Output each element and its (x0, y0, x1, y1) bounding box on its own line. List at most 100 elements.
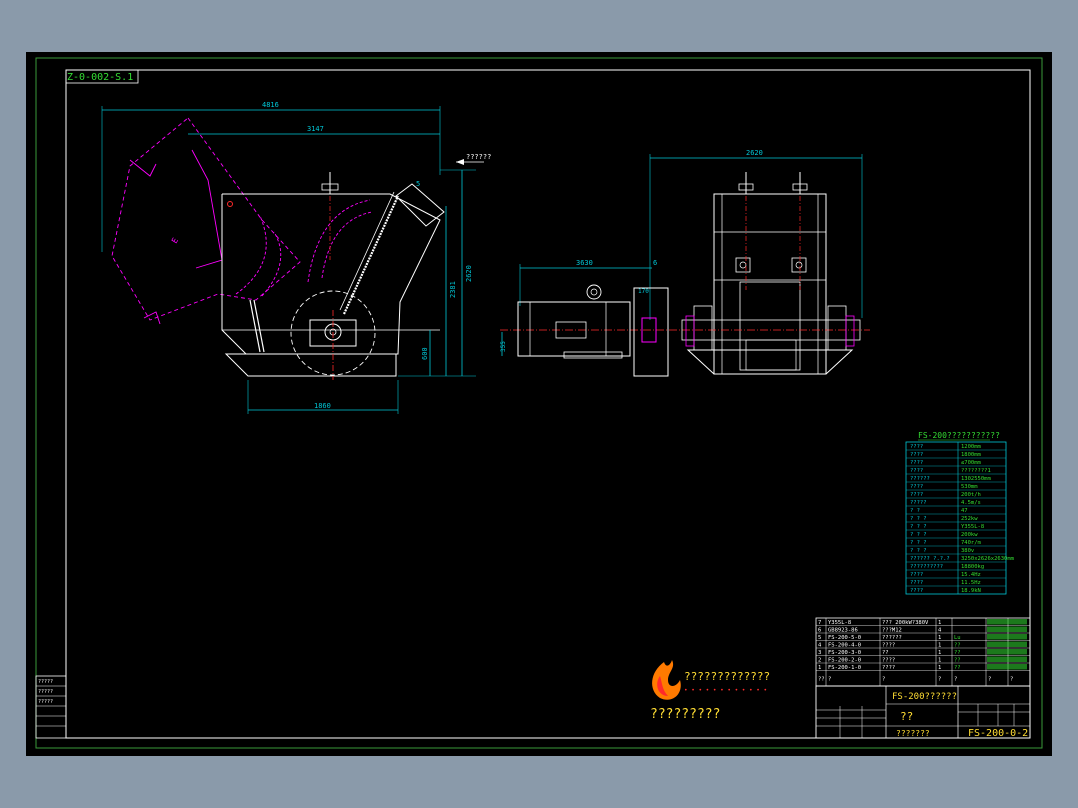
parts-cell-qty: 1 (938, 635, 941, 641)
dim-motor-height: 355 (500, 341, 507, 352)
spec-value: 11.5Hz (961, 580, 981, 586)
dim-gap: 6 (653, 259, 657, 267)
parts-header-name: ? (882, 677, 885, 683)
parts-header-qty: ? (938, 677, 941, 683)
parts-cell-qty: 1 (938, 643, 941, 649)
spec-key: ???? (910, 460, 923, 466)
drawing-sheet (26, 52, 1052, 756)
parts-cell-no: 7 (818, 620, 821, 626)
spec-value: 4.5m/s (961, 500, 981, 506)
parts-cell-qty: 1 (938, 658, 941, 664)
spec-key: ?????? (910, 476, 930, 482)
spec-value: 1302550mm (961, 476, 991, 482)
parts-cell-no: 2 (818, 658, 821, 664)
parts-header-no: ?? (818, 677, 825, 683)
dim-base-width: 1860 (314, 402, 331, 410)
parts-cell-code: FS-200-1-0 (828, 665, 861, 671)
spec-key: ???? (910, 468, 923, 474)
spec-value: 530mm (961, 484, 978, 490)
spec-key: ???? (910, 588, 923, 594)
dim-motor-span: 3630 (576, 259, 593, 267)
spec-value: 200t/h (961, 492, 981, 498)
parts-cell-name: ???? (882, 665, 895, 671)
parts-cell-code: Y355L-8 (828, 620, 851, 626)
parts-cell-code: FS-200-3-0 (828, 650, 861, 656)
parts-cell-name: ?? (882, 650, 889, 656)
parts-cell-fill (987, 626, 1027, 632)
parts-cell-fill (987, 641, 1027, 647)
parts-cell-code: FS-200-4-0 (828, 643, 861, 649)
parts-cell-name: ?????? (882, 635, 902, 641)
cad-viewport: Z-0-002-S.1 ????? ????? ????? 4816 3147 … (26, 52, 1052, 756)
parts-cell-fill (987, 634, 1027, 640)
parts-cell-fill (987, 649, 1027, 655)
spec-value: 740r/m (961, 540, 982, 546)
logo-text-dots: • • • • • • • • • • • • (684, 687, 767, 694)
spec-key: ???? (910, 580, 923, 586)
spec-key: ? ? ? (910, 540, 927, 546)
spec-key: ? ? ? (910, 516, 927, 522)
parts-cell-fill (987, 656, 1027, 662)
spec-key: ???? (910, 452, 923, 458)
title-block-subtitle: ?? (900, 710, 913, 723)
parts-cell-code: FS-200-2-0 (828, 658, 861, 664)
parts-cell-qty: 1 (938, 620, 941, 626)
parts-cell-qty: 1 (938, 665, 941, 671)
spec-key: ???? (910, 492, 923, 498)
parts-cell-code: GB8923-86 (828, 628, 858, 634)
parts-cell-mat: ?? (954, 643, 961, 649)
parts-cell-qty: 1 (938, 650, 941, 656)
spec-value: Y355L-8 (961, 524, 984, 530)
dim-height-mid: 2381 (449, 281, 457, 298)
dim-inner-width: 3147 (307, 125, 324, 133)
parts-cell-fill (987, 664, 1027, 670)
spec-key: ???? (910, 572, 923, 578)
parts-cell-mat: Lu (954, 635, 961, 641)
parts-cell-name: ???? (882, 643, 895, 649)
spec-key: ?????? ?.?.? (910, 556, 950, 562)
spec-value: 15.4Hz (961, 572, 981, 578)
dim-side-width: 2620 (746, 149, 763, 157)
strip-label-1: ????? (38, 679, 53, 685)
parts-cell-mat: ?? (954, 658, 961, 664)
spec-key: ???? (910, 484, 923, 490)
title-block-company: ??????? (896, 729, 930, 738)
dim-angle-note: 5 (416, 180, 420, 188)
parts-cell-no: 3 (818, 650, 821, 656)
spec-value: 200kw (961, 532, 978, 538)
title-block-drawing-no: FS-200-0-2 (968, 728, 1028, 739)
dim-overall-width: 4816 (262, 101, 279, 109)
spec-value: ????????1 (961, 468, 991, 474)
parts-cell-fill (987, 619, 1027, 625)
spec-key: ???? (910, 444, 923, 450)
ref-code-label: Z-0-002-S.1 (67, 72, 133, 83)
parts-cell-mat: ?? (954, 650, 961, 656)
spec-key: ? ? ? (910, 548, 927, 554)
parts-cell-no: 1 (818, 665, 821, 671)
spec-value: 380v (961, 548, 975, 554)
parts-header-note: ? (1010, 677, 1013, 683)
parts-header-wt: ? (988, 677, 991, 683)
spec-value: 1800mm (961, 452, 982, 458)
spec-key: ? ? ? (910, 532, 927, 538)
spec-table-title: FS-200??????????? (918, 431, 1000, 440)
title-block-title: FS-200?????? (892, 692, 957, 702)
arrow-note: ?????? (466, 153, 491, 161)
parts-cell-name: ??? 200kW?380V (882, 620, 929, 626)
spec-value: 47 (961, 508, 968, 514)
spec-value: 252kw (961, 516, 978, 522)
parts-cell-code: FS-200-5-0 (828, 635, 861, 641)
strip-label-2: ????? (38, 689, 53, 695)
spec-key: ?????????? (910, 564, 943, 570)
parts-cell-name: ???M12 (882, 628, 902, 634)
strip-label-3: ????? (38, 699, 53, 705)
spec-value: 18800kg (961, 564, 984, 570)
dim-height-total: 2620 (465, 265, 473, 282)
parts-header-mat: ? (954, 677, 957, 683)
logo-text-top: ????????????? (684, 670, 770, 683)
dim-coupling: 170 (638, 288, 649, 295)
spec-key: ? ? ? (910, 524, 927, 530)
logo-text-bottom: ????????? (650, 707, 720, 722)
spec-value: ≤700mm (961, 460, 982, 466)
spec-value: 18.9kN (961, 588, 981, 594)
